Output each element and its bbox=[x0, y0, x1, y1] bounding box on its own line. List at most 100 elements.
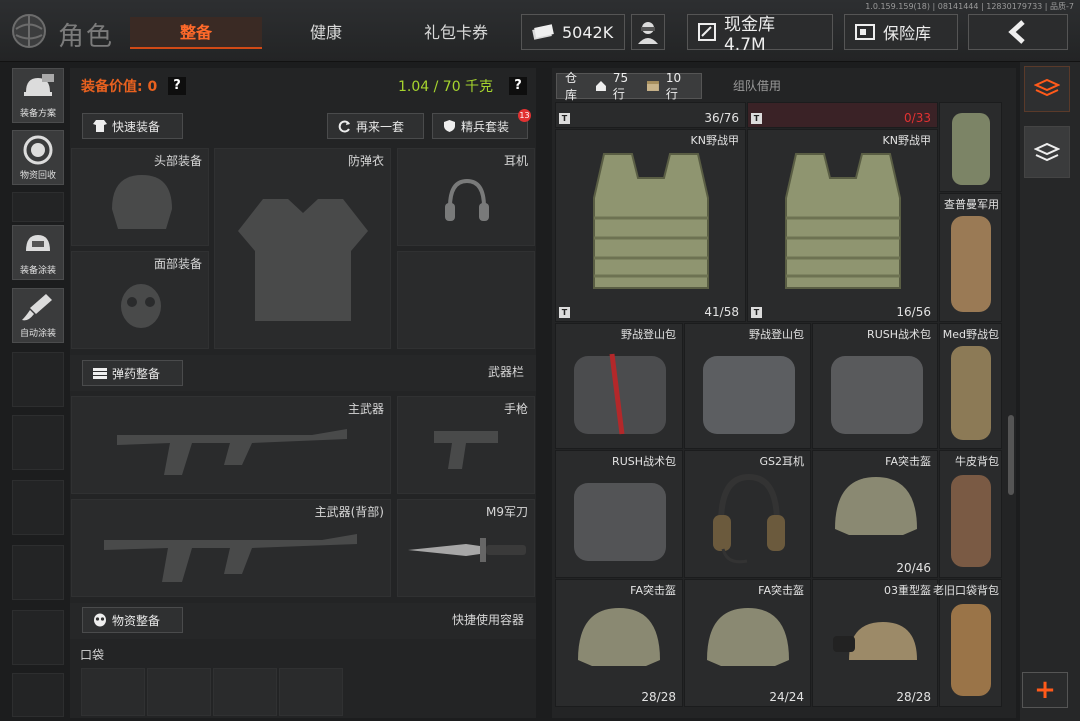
item-name: RUSH战术包 bbox=[867, 328, 931, 341]
weight-help-button[interactable]: ? bbox=[509, 77, 527, 95]
loadout-plans-label: 装备方案 bbox=[19, 109, 56, 119]
pistol-label: 手枪 bbox=[503, 402, 528, 416]
item-durability: 36/76 bbox=[704, 111, 739, 125]
helmet-kit-icon bbox=[24, 74, 54, 96]
profile-button[interactable] bbox=[631, 14, 665, 50]
item-name: FA突击盔 bbox=[630, 584, 676, 597]
knife-icon[interactable] bbox=[406, 532, 530, 568]
refresh-icon bbox=[338, 120, 350, 132]
layers-icon bbox=[1034, 142, 1060, 162]
quick-equip-button[interactable]: 快速装备 bbox=[82, 113, 183, 139]
item-name: 03重型盔 bbox=[884, 584, 931, 597]
ammo-icon bbox=[93, 367, 107, 379]
add-button[interactable]: + bbox=[1022, 672, 1068, 708]
sort-button[interactable] bbox=[1024, 66, 1070, 112]
tag-icon: T bbox=[751, 113, 762, 124]
tab-equip[interactable]: 整备 bbox=[130, 17, 262, 49]
backpack-icon bbox=[951, 604, 991, 696]
equipment-value: 装备价值: 0 bbox=[81, 79, 158, 95]
item-durability: 16/56 bbox=[896, 305, 931, 319]
inventory-item[interactable]: FA突击盔 24/24 bbox=[684, 579, 811, 707]
item-name: RUSH战术包 bbox=[612, 455, 676, 468]
inventory-item[interactable]: RUSH战术包 bbox=[555, 450, 683, 578]
tab-gift-cards[interactable]: 礼包卡券 bbox=[396, 17, 516, 49]
inventory-item[interactable]: 野战登山包 bbox=[555, 323, 683, 449]
equip-again-button[interactable]: 再来一套 bbox=[327, 113, 424, 139]
coins-display[interactable]: 5042K bbox=[521, 14, 625, 50]
item-name: 老旧口袋背包 bbox=[933, 584, 999, 597]
item-name: 野战登山包 bbox=[749, 328, 804, 341]
inventory-item[interactable]: KN野战甲 T 41/58 bbox=[555, 129, 746, 322]
melee-label: M9军刀 bbox=[486, 505, 528, 519]
inventory-item[interactable]: GS2耳机 bbox=[684, 450, 811, 578]
helmet-silhouette-icon bbox=[112, 175, 172, 229]
inventory-item[interactable]: KN野战甲 T 16/56 bbox=[747, 129, 938, 322]
inventory-item[interactable]: FA突击盔 28/28 bbox=[555, 579, 683, 707]
melee-slot[interactable]: M9军刀 bbox=[397, 499, 535, 597]
insurance-vault-button[interactable]: 保险库 bbox=[844, 14, 958, 50]
pocket-slot[interactable] bbox=[147, 668, 211, 716]
rail-empty-slot bbox=[12, 545, 64, 600]
shirt-icon bbox=[93, 120, 107, 132]
tab-health[interactable]: 健康 bbox=[268, 17, 384, 49]
version-text: 1.0.159.159(18) | 08141444 | 12830179733… bbox=[865, 2, 1074, 11]
item-durability: 20/46 bbox=[896, 561, 931, 575]
inventory-item[interactable]: RUSH战术包 bbox=[812, 323, 938, 449]
inventory-item[interactable]: FA突击盔 20/46 bbox=[812, 450, 938, 578]
quick-equip-label: 快速装备 bbox=[112, 119, 161, 134]
recycle-label: 物资回收 bbox=[19, 171, 56, 181]
inventory-item[interactable]: 野战登山包 bbox=[684, 323, 811, 449]
inventory-scrollbar[interactable] bbox=[1008, 415, 1014, 495]
equipment-paint-button[interactable]: 装备涂装 bbox=[12, 225, 64, 280]
head-slot[interactable]: 头部装备 bbox=[71, 148, 209, 246]
helmet-icon bbox=[835, 477, 917, 535]
armor-slot[interactable]: 防弹衣 bbox=[214, 148, 391, 349]
stack-button[interactable] bbox=[1024, 126, 1070, 178]
auto-paint-button[interactable]: 自动涂装 bbox=[12, 288, 64, 343]
recycle-button[interactable]: 物资回收 bbox=[12, 130, 64, 185]
ammo-prep-button[interactable]: 弹药整备 bbox=[82, 360, 183, 386]
tag-icon: T bbox=[559, 307, 570, 318]
item-name: FA突击盔 bbox=[758, 584, 804, 597]
house-icon bbox=[595, 81, 606, 91]
cash-vault-button[interactable]: 现金库 4.7M bbox=[687, 14, 833, 55]
pocket-slot[interactable] bbox=[279, 668, 343, 716]
extra-slot bbox=[397, 251, 535, 349]
value-help-button[interactable]: ? bbox=[168, 77, 186, 95]
tab-team-borrow[interactable]: 组队借用 bbox=[712, 73, 802, 99]
inventory-item[interactable]: 查普曼军用 bbox=[939, 193, 1002, 322]
paint-helmet-icon bbox=[26, 235, 50, 251]
tab-warehouse[interactable]: 仓库 75行 10行 bbox=[556, 71, 702, 102]
primary-weapon-back-slot[interactable]: 主武器(背部) bbox=[71, 499, 391, 597]
pocket-slot[interactable] bbox=[213, 668, 277, 716]
backpack-icon bbox=[951, 216, 991, 312]
elite-kit-button[interactable]: 精兵套装 bbox=[432, 113, 528, 139]
supply-prep-button[interactable]: 物资整备 bbox=[82, 607, 183, 633]
inventory-cell[interactable]: T 36/76 bbox=[555, 102, 746, 128]
inventory-item[interactable]: 老旧口袋背包 bbox=[933, 579, 1002, 707]
item-name: 查普曼军用 bbox=[944, 198, 999, 211]
bag-icon bbox=[703, 356, 795, 434]
warehouse-label: 仓库 bbox=[565, 71, 578, 102]
back-button[interactable] bbox=[968, 14, 1068, 50]
inventory-cell[interactable]: T 0/33 bbox=[747, 102, 938, 128]
rail-divider bbox=[12, 192, 64, 222]
earpiece-slot[interactable]: 耳机 bbox=[397, 148, 535, 246]
primary-weapon-slot[interactable]: 主武器 bbox=[71, 396, 391, 494]
rifle-silhouette-icon bbox=[104, 534, 357, 582]
rail-empty-slot bbox=[12, 480, 64, 535]
primary-weapon-back-label: 主武器(背部) bbox=[314, 505, 384, 519]
tag-icon: T bbox=[559, 113, 570, 124]
inventory-item[interactable] bbox=[939, 102, 1002, 192]
rail-empty-slot bbox=[12, 610, 64, 665]
face-slot[interactable]: 面部装备 bbox=[71, 251, 209, 349]
loadout-plans-button[interactable]: 装备方案 bbox=[12, 68, 64, 123]
pistol-slot[interactable]: 手枪 bbox=[397, 396, 535, 494]
globe-logo-icon bbox=[12, 14, 46, 48]
equip-again-label: 再来一套 bbox=[356, 119, 405, 134]
inventory-item[interactable]: 牛皮背包 bbox=[939, 450, 1002, 578]
item-name: FA突击盔 bbox=[885, 455, 931, 468]
pocket-slot[interactable] bbox=[81, 668, 145, 716]
inventory-item[interactable]: 03重型盔 28/28 bbox=[812, 579, 938, 707]
inventory-item[interactable]: Med野战包 bbox=[939, 323, 1002, 449]
